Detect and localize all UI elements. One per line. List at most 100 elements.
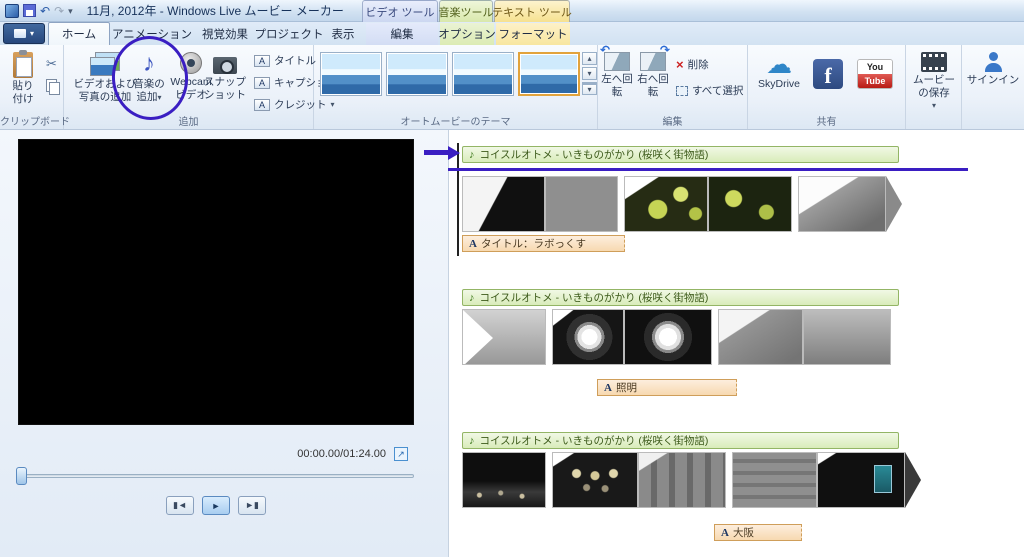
credit-slide-icon: A xyxy=(254,99,270,111)
sign-in-button[interactable]: サインイン xyxy=(965,48,1021,116)
youtube-button[interactable]: You Tube xyxy=(852,48,898,116)
skydrive-cloud-icon: ☁ xyxy=(766,52,792,76)
clip-arrow xyxy=(905,452,921,508)
tab-visual-effects[interactable]: 視覚効果 xyxy=(194,23,256,45)
redo-icon[interactable]: ↷ xyxy=(54,5,64,17)
delete-button[interactable]: × 削除 xyxy=(676,57,709,72)
clip-thumbnail[interactable] xyxy=(552,452,638,508)
music-track-bar-3[interactable]: ♪ コイスルオトメ - いきものがかり (桜咲く街物語) xyxy=(462,432,899,449)
previous-frame-button[interactable]: ▮◄ xyxy=(166,496,194,515)
clip-thumbnail[interactable] xyxy=(817,452,905,508)
context-header-music-tools[interactable]: 音楽ツール xyxy=(439,0,493,22)
fullscreen-icon[interactable]: ↗ xyxy=(394,447,408,461)
tab-animation[interactable]: アニメーション xyxy=(111,23,193,45)
copy-icon[interactable] xyxy=(46,79,58,93)
caption-label-1[interactable]: A タイトル：ラボっくす xyxy=(462,235,625,252)
select-all-button[interactable]: すべて選択 xyxy=(676,83,743,98)
tab-edit-video-tools[interactable]: 編集 xyxy=(366,23,438,45)
group-share: ☁ SkyDrive f You Tube 共有 xyxy=(748,45,906,129)
music-track-bar-1[interactable]: ♪ コイスルオトメ - いきものがかり (桜咲く街物語) xyxy=(462,146,899,163)
clip-thumbnail[interactable] xyxy=(798,176,886,232)
menu-icon xyxy=(14,29,26,38)
music-track-bar-2[interactable]: ♪ コイスルオトメ - いきものがかり (桜咲く街物語) xyxy=(462,289,899,306)
photos-icon xyxy=(90,52,120,76)
tab-home[interactable]: ホーム xyxy=(48,22,110,45)
ribbon-tab-bar: ▾ ホーム アニメーション 視覚効果 プロジェクト 表示 編集 オプション フォ… xyxy=(0,22,1024,45)
theme-scroll-up-button[interactable]: ▴ xyxy=(582,52,597,65)
skydrive-button[interactable]: ☁ SkyDrive xyxy=(754,48,804,116)
add-title-label: タイトル xyxy=(274,53,316,68)
text-marker-icon: A xyxy=(721,527,729,539)
theme-thumbnail-selected[interactable] xyxy=(518,52,580,96)
paste-button[interactable]: 貼り付け xyxy=(4,48,42,116)
theme-thumbnail-2[interactable] xyxy=(386,52,448,96)
snapshot-button[interactable]: スナップショット xyxy=(202,48,248,116)
music-note-icon: ♪ xyxy=(469,292,475,304)
chevron-down-icon: ▾ xyxy=(932,101,936,110)
group-add: ビデオおよび写真の追加 ♪ 音楽の追加▾ Webcam ビデオ スナップショット… xyxy=(64,45,314,129)
seek-slider-thumb[interactable] xyxy=(16,467,27,485)
playhead-cursor[interactable] xyxy=(457,143,459,256)
play-button[interactable]: ► xyxy=(202,496,230,515)
clip-thumbnail[interactable] xyxy=(462,309,546,365)
tab-view[interactable]: 表示 xyxy=(322,23,364,45)
sign-in-label: サインイン xyxy=(966,74,1020,87)
tab-options-music-tools[interactable]: オプション xyxy=(440,23,494,45)
cut-icon[interactable]: ✂ xyxy=(46,57,57,70)
clip-thumbnail[interactable] xyxy=(624,176,708,232)
delete-label: 削除 xyxy=(688,57,709,72)
clip-thumbnail[interactable] xyxy=(545,176,618,232)
app-window: ↶ ↷ ▾ 11月, 2012年 - Windows Live ムービー メーカ… xyxy=(0,0,1024,557)
tab-project[interactable]: プロジェクト xyxy=(257,23,321,45)
clip-row-2 xyxy=(462,309,891,365)
add-video-photo-button[interactable]: ビデオおよび写真の追加 xyxy=(72,48,138,116)
add-music-label: 音楽の追加▾ xyxy=(131,78,167,103)
clip-thumbnail[interactable] xyxy=(638,452,726,508)
clipboard-icon xyxy=(13,52,33,78)
theme-gallery-more-button[interactable]: ▾ xyxy=(582,82,597,95)
rotate-left-button[interactable]: ↶ 左へ回転 xyxy=(600,48,634,116)
theme-thumbnail-3[interactable] xyxy=(452,52,514,96)
rotate-right-button[interactable]: ↷ 右へ回転 xyxy=(636,48,670,116)
group-save-movie: ムービーの保存 ▾ xyxy=(906,45,962,129)
group-clipboard: 貼り付け ✂ クリップボード xyxy=(0,45,64,129)
chevron-down-icon: ▾ xyxy=(30,29,34,38)
context-header-video-tools[interactable]: ビデオ ツール xyxy=(362,0,438,22)
clip-thumbnail[interactable] xyxy=(718,309,803,365)
caption-label-2[interactable]: A 照明 xyxy=(597,379,737,396)
undo-icon[interactable]: ↶ xyxy=(40,5,50,17)
context-header-text-tools[interactable]: テキスト ツール xyxy=(494,0,570,22)
tab-format-text-tools[interactable]: フォーマット xyxy=(496,23,570,45)
rotate-left-icon: ↶ xyxy=(604,52,630,71)
music-track-label: コイスルオトメ - いきものがかり (桜咲く街物語) xyxy=(480,147,709,162)
app-icon[interactable] xyxy=(5,4,19,18)
next-frame-button[interactable]: ►▮ xyxy=(238,496,266,515)
theme-thumbnail-1[interactable] xyxy=(320,52,382,96)
music-note-icon: ♪ xyxy=(469,149,475,161)
clip-thumbnail[interactable] xyxy=(462,452,546,508)
facebook-button[interactable]: f xyxy=(808,48,848,116)
caption-text: 大阪 xyxy=(733,525,754,540)
youtube-icon: You Tube xyxy=(857,59,893,89)
theme-scroll-down-button[interactable]: ▾ xyxy=(582,67,597,80)
rotate-right-label: 右へ回転 xyxy=(637,73,669,98)
seek-slider[interactable] xyxy=(18,474,414,478)
clip-thumbnail[interactable] xyxy=(708,176,792,232)
caption-label-3[interactable]: A 大阪 xyxy=(714,524,802,541)
clip-thumbnail[interactable] xyxy=(624,309,712,365)
add-music-button[interactable]: ♪ 音楽の追加▾ xyxy=(130,48,168,116)
clip-thumbnail[interactable] xyxy=(552,309,624,365)
paste-label: 貼り付け xyxy=(10,80,36,105)
qat-dropdown-icon[interactable]: ▾ xyxy=(68,5,73,17)
application-menu-button[interactable]: ▾ xyxy=(3,23,45,44)
titlebar: ↶ ↷ ▾ 11月, 2012年 - Windows Live ムービー メーカ… xyxy=(0,0,1024,22)
clip-thumbnail[interactable] xyxy=(803,309,891,365)
chevron-down-icon: ▾ xyxy=(157,93,161,102)
add-title-button[interactable]: A タイトル xyxy=(254,53,316,68)
save-movie-button[interactable]: ムービーの保存 ▾ xyxy=(910,48,958,116)
playback-controls: ▮◄ ► ►▮ xyxy=(18,496,414,515)
clip-thumbnail[interactable] xyxy=(732,452,817,508)
clip-thumbnail[interactable] xyxy=(462,176,545,232)
save-icon[interactable] xyxy=(23,4,36,17)
text-marker-icon: A xyxy=(604,382,612,394)
